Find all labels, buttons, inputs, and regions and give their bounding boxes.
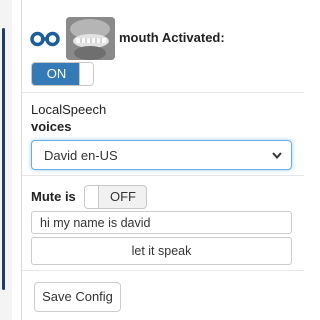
footer-section: Save Config bbox=[22, 271, 304, 320]
mute-toggle-handle[interactable] bbox=[85, 186, 99, 208]
speak-section: Mute is OFF let it speak bbox=[22, 176, 304, 271]
voice-section: LocalSpeech voices David en-US bbox=[22, 93, 304, 176]
activation-toggle-handle[interactable] bbox=[79, 63, 93, 85]
speech-engine-label: LocalSpeech bbox=[31, 102, 107, 117]
mouth-image bbox=[66, 17, 115, 60]
mute-toggle[interactable]: OFF bbox=[84, 185, 147, 209]
save-config-button[interactable]: Save Config bbox=[34, 282, 121, 312]
left-edge-strip bbox=[0, 0, 12, 320]
voice-select-value: David en-US bbox=[44, 148, 118, 163]
speak-text-input[interactable] bbox=[31, 211, 292, 234]
service-status-title: mouth Activated: bbox=[119, 30, 225, 45]
chevron-down-icon bbox=[272, 152, 282, 160]
mute-label: Mute is bbox=[31, 189, 76, 204]
left-accent-bar bbox=[2, 28, 5, 290]
activation-toggle[interactable]: ON bbox=[31, 62, 94, 86]
service-thumbnail bbox=[66, 17, 115, 60]
voices-label: voices bbox=[31, 119, 72, 134]
voice-select[interactable]: David en-US bbox=[31, 140, 292, 170]
mute-toggle-label: OFF bbox=[110, 189, 136, 204]
speak-button[interactable]: let it speak bbox=[31, 237, 292, 265]
chain-link-icon bbox=[30, 31, 60, 47]
service-header-section: mouth Activated: ON bbox=[22, 0, 304, 93]
activation-toggle-label: ON bbox=[32, 63, 81, 85]
service-panel: mouth Activated: ON LocalSpeech voices D… bbox=[21, 0, 305, 320]
